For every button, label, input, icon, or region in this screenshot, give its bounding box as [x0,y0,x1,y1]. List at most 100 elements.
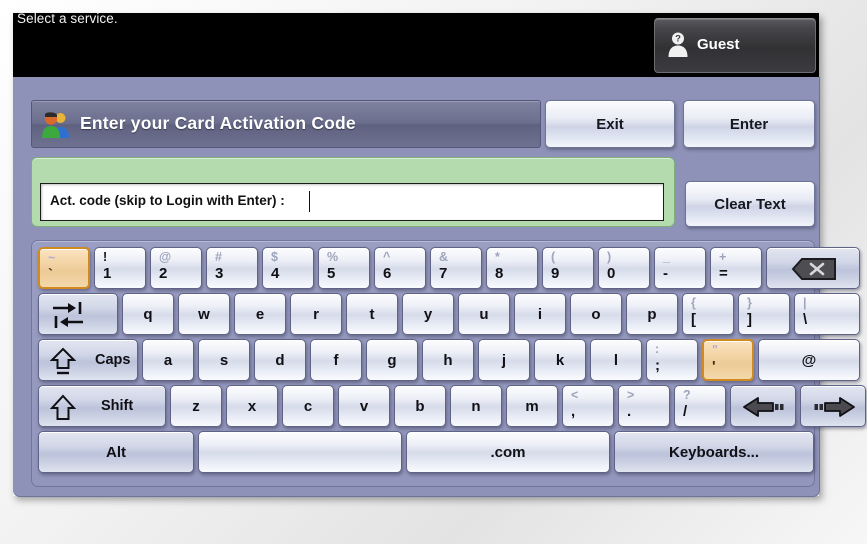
key-period-shifted-label: > [627,388,635,402]
key-s-label: s [219,351,229,369]
key-l[interactable]: l [590,339,642,381]
key-semicolon-shifted-label: : [655,342,660,356]
key-z[interactable]: z [170,385,222,427]
key-y[interactable]: y [402,293,454,335]
key-3[interactable]: #3 [206,247,258,289]
key-u[interactable]: u [458,293,510,335]
exit-button[interactable]: Exit [545,100,675,148]
key-6[interactable]: ^ 6 [374,247,426,289]
key-v[interactable]: v [338,385,390,427]
two-users-icon [42,112,69,138]
key-7[interactable]: & 7 [430,247,482,289]
key-backslash-label: \ [803,311,808,328]
key-backslash[interactable]: | \ [794,293,860,335]
key-n[interactable]: n [450,385,502,427]
key-v-label: v [359,397,369,415]
key-quote-label: ' [712,358,716,375]
key-space[interactable] [198,431,402,473]
key-f-label: f [333,351,339,369]
key-i[interactable]: i [514,293,566,335]
key-bracket-right[interactable]: }] [738,293,790,335]
on-screen-keyboard: ~ `! 1 @2 #3 $4% 5 ^ 6 & 7 * 8(9) 0 _ - + = q w e r t y u i o p{[}… [31,240,866,487]
key-e-label: e [255,305,265,323]
key-9-shifted-label: ( [551,250,556,264]
key-e[interactable]: e [234,293,286,335]
key-q[interactable]: q [122,293,174,335]
key-0[interactable]: ) 0 [598,247,650,289]
activation-code-input[interactable]: Act. code (skip to Login with Enter) : [40,183,664,221]
enter-button[interactable]: Enter [683,100,815,148]
printer-touchscreen: Select a service. ? Guest Enter your Car… [0,0,867,544]
key-backspace[interactable] [766,247,860,289]
key-o[interactable]: o [570,293,622,335]
key-tab[interactable] [38,293,118,335]
key-j[interactable]: j [478,339,530,381]
key-7-label: 7 [439,265,448,282]
backspace-icon [791,258,836,280]
key-at[interactable]: @ [758,339,860,381]
key-k[interactable]: k [534,339,586,381]
shift-arrow-icon [50,394,76,420]
person-question-icon: ? [668,32,688,57]
key-arrow-right[interactable] [800,385,866,427]
key-1-label: 1 [103,265,112,282]
key-slash-shifted-label: ? [683,388,691,402]
key-alt-label: Alt [106,443,126,461]
key-dotcom[interactable]: .com [406,431,610,473]
key-slash-label: / [683,403,688,420]
key-x[interactable]: x [226,385,278,427]
key-g[interactable]: g [366,339,418,381]
key-m-label: m [525,397,539,415]
key-p-label: p [647,305,657,323]
key-p[interactable]: p [626,293,678,335]
key-b-label: b [415,397,425,415]
clear-text-button[interactable]: Clear Text [685,181,815,227]
key-w[interactable]: w [178,293,230,335]
key-a[interactable]: a [142,339,194,381]
status-bar: Select a service. ? Guest [13,11,819,77]
key-period[interactable]: >. [618,385,670,427]
key-alt[interactable]: Alt [38,431,194,473]
key-2-label: 2 [159,265,168,282]
key-r[interactable]: r [290,293,342,335]
key-2[interactable]: @2 [150,247,202,289]
key-arrow-left[interactable] [730,385,796,427]
key-h[interactable]: h [422,339,474,381]
key-backtick[interactable]: ~ ` [38,247,90,289]
key-slash[interactable]: ? / [674,385,726,427]
key-8[interactable]: * 8 [486,247,538,289]
key-caps[interactable]: Caps [38,339,138,381]
key-semicolon[interactable]: :; [646,339,698,381]
key-3-shifted-label: # [215,250,222,264]
key-q-label: q [143,305,153,323]
key-bracket-left[interactable]: {[ [682,293,734,335]
key-9[interactable]: (9 [542,247,594,289]
exit-label: Exit [596,115,624,133]
key-s[interactable]: s [198,339,250,381]
key-minus-label: - [663,265,668,282]
key-minus[interactable]: _ - [654,247,706,289]
key-quote[interactable]: " ' [702,339,754,381]
key-shift[interactable]: Shift [38,385,166,427]
key-equals[interactable]: + = [710,247,762,289]
key-c[interactable]: c [282,385,334,427]
key-u-label: u [479,305,489,323]
guest-account-button[interactable]: ? Guest [654,18,816,73]
key-5[interactable]: % 5 [318,247,370,289]
key-keyboards[interactable]: Keyboards... [614,431,814,473]
key-7-shifted-label: & [439,250,449,264]
key-equals-label: = [719,265,728,282]
key-t[interactable]: t [346,293,398,335]
key-f[interactable]: f [310,339,362,381]
key-4[interactable]: $4 [262,247,314,289]
key-comma[interactable]: <, [562,385,614,427]
key-0-label: 0 [607,265,616,282]
status-message: Select a service. [17,11,118,26]
key-bracket-left-shifted-label: { [691,296,696,310]
key-x-label: x [247,397,257,415]
key-o-label: o [591,305,601,323]
key-d[interactable]: d [254,339,306,381]
key-m[interactable]: m [506,385,558,427]
key-1[interactable]: ! 1 [94,247,146,289]
key-b[interactable]: b [394,385,446,427]
